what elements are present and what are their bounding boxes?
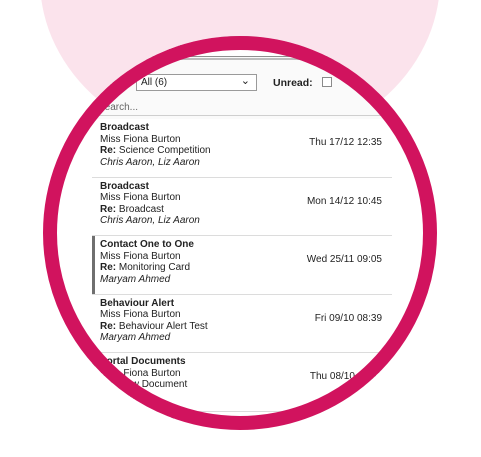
message-list: Broadcast Miss Fiona Burton Re: Science Co…	[92, 119, 392, 430]
message-recipients: Maryam Ahmed	[100, 273, 171, 285]
filter-label: Filter:	[98, 77, 125, 89]
message-category: Behaviour Alert	[100, 297, 175, 309]
re-label: Re:	[100, 145, 117, 157]
message-subject: Broadcast	[118, 203, 164, 215]
message-recipients: Chris Aaron	[100, 390, 153, 402]
message-list-item[interactable]: Portal Documents Miss Fiona Burton Re: New…	[92, 353, 392, 412]
filter-row: Filter: All (6) ⌄ Unread:	[98, 73, 388, 93]
message-list-item[interactable]: Behaviour Alert Miss Fiona Burton Re: Beha…	[92, 294, 392, 353]
message-date: Fri 09/10 08:39	[314, 312, 382, 324]
academic-year-label: Academic Year	[127, 41, 198, 53]
message-date: Mon 14/12 10:45	[306, 195, 382, 207]
re-label: Re:	[100, 379, 117, 391]
message-date: Wed 25/11 09:05	[306, 254, 382, 265]
message-recipients: Chris Aaron, Liz Aaron	[100, 156, 200, 168]
message-recipients: Chris Aaron, Liz Aaron	[100, 215, 200, 227]
messages-panel: Academic Year Filter: All (6) ⌄ Unread: …	[62, 36, 392, 430]
message-list-item[interactable]: Contact One to One Miss Fiona Burton Re: M…	[92, 236, 392, 295]
message-list-item[interactable]: Broadcast Miss Fiona Burton Re: Science Co…	[92, 119, 392, 178]
message-subject: Science Competition	[118, 145, 211, 157]
message-category: Portal Documents	[100, 356, 186, 367]
message-subject: Monitoring Card	[118, 262, 191, 274]
filter-selected-value: All (6)	[141, 77, 168, 88]
unread-label: Unread:	[273, 77, 313, 89]
chevron-down-icon: ⌄	[240, 75, 250, 87]
message-subject: New Document	[118, 379, 188, 391]
message-category: Broadcast	[100, 122, 149, 133]
message-list-item[interactable]: Behaviour Alert	[92, 411, 392, 430]
message-list-item[interactable]: Broadcast Miss Fiona Burton Re: Broadcast C…	[92, 177, 392, 236]
message-date: Thu 08/10 11:03	[309, 371, 382, 382]
search-input[interactable]	[98, 99, 388, 116]
message-recipients: Maryam Ahmed	[100, 332, 171, 344]
academic-year-select[interactable]: Academic Year	[62, 36, 382, 60]
message-category: Behaviour Alert	[100, 414, 175, 426]
magnifier-view: Academic Year Filter: All (6) ⌄ Unread: …	[43, 36, 437, 430]
filter-select[interactable]: All (6) ⌄	[136, 74, 257, 91]
divider	[62, 58, 382, 60]
re-label: Re:	[100, 262, 117, 274]
message-subject: Behaviour Alert Test	[118, 320, 208, 332]
message-date: Thu 17/12 12:35	[309, 137, 382, 148]
message-category: Broadcast	[100, 180, 149, 192]
message-category: Contact One to One	[100, 239, 194, 250]
re-label: Re:	[100, 320, 117, 332]
re-label: Re:	[100, 203, 117, 215]
unread-checkbox[interactable]	[322, 77, 332, 87]
